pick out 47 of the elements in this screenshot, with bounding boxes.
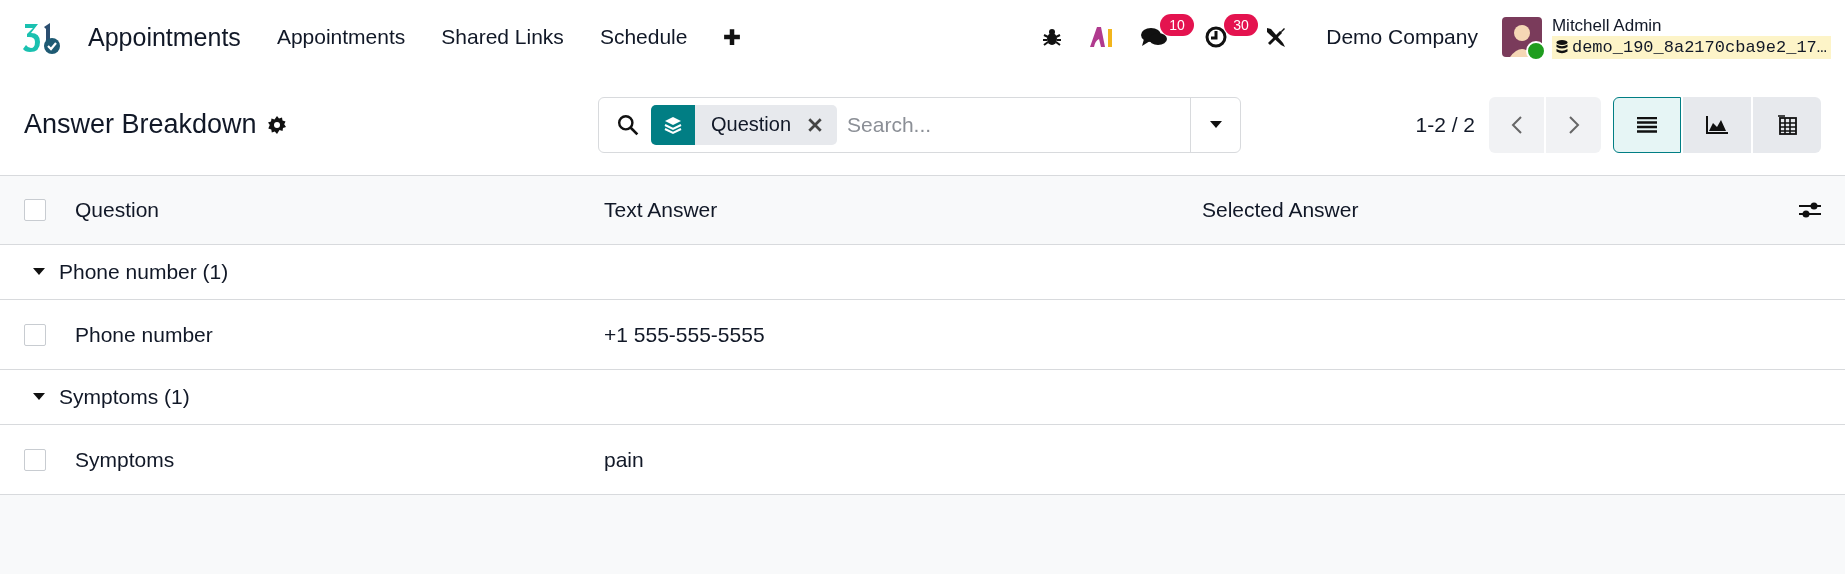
column-header[interactable]: Text Answer	[604, 198, 1202, 222]
message-count-badge: 10	[1160, 14, 1194, 36]
group-row[interactable]: Symptoms (1)	[0, 370, 1845, 425]
area-chart-icon	[1706, 115, 1728, 134]
view-switch-button[interactable]	[1613, 96, 1681, 153]
settings-icon[interactable]	[266, 114, 287, 135]
search-icon[interactable]	[617, 113, 639, 136]
avatar-icon[interactable]	[1501, 17, 1542, 57]
group-row[interactable]: Phone number (1)	[0, 245, 1845, 300]
table-icon	[1777, 114, 1797, 135]
table-cell: Phone number	[75, 322, 213, 346]
plus-icon[interactable]	[723, 28, 742, 46]
column-settings-icon[interactable]	[1799, 200, 1821, 220]
chevron-left-icon	[1510, 114, 1523, 135]
column-header[interactable]: Question	[75, 198, 604, 222]
menu-item[interactable]: Schedule	[599, 25, 688, 49]
table-cell: Symptoms	[75, 447, 175, 471]
layers-icon	[663, 114, 683, 135]
user-name[interactable]: Mitchell Admin	[1551, 15, 1831, 36]
row-checkbox[interactable]	[24, 448, 46, 471]
filter-facet: Question	[711, 113, 792, 136]
table-cell: pain	[604, 447, 644, 471]
activity-count-badge: 30	[1224, 14, 1258, 36]
bug-icon[interactable]	[1042, 27, 1063, 47]
list-icon	[1637, 116, 1657, 133]
pager-value[interactable]: 1-2 / 2	[1415, 112, 1475, 137]
page-title: Answer Breakdown	[24, 109, 257, 140]
row-checkbox[interactable]	[24, 323, 46, 346]
group-label: Phone number (1)	[59, 260, 229, 284]
database-name: demo_190_8a2170cba9e2_17…	[1571, 37, 1827, 57]
ai-icon[interactable]	[1088, 25, 1115, 49]
clock-icon[interactable]	[1204, 25, 1229, 49]
app-name[interactable]: Appointments	[88, 22, 241, 52]
view-switch-button[interactable]	[1753, 96, 1821, 153]
menu-item[interactable]: Shared Links	[441, 25, 564, 49]
close-icon[interactable]	[807, 116, 824, 133]
database-icon	[1555, 40, 1568, 54]
table-cell: +1 555-555-5555	[604, 322, 765, 346]
chevron-right-icon	[1567, 114, 1580, 135]
caret-icon	[1209, 120, 1222, 129]
select-all-checkbox[interactable]	[24, 199, 46, 221]
view-switch-button[interactable]	[1683, 96, 1751, 153]
group-label: Symptoms (1)	[59, 385, 190, 409]
company-name[interactable]: Demo Company	[1326, 25, 1478, 49]
column-header[interactable]: Selected Answer	[1202, 198, 1799, 222]
chat-icon[interactable]	[1140, 25, 1169, 49]
menu-item[interactable]: Appointments	[276, 25, 406, 49]
